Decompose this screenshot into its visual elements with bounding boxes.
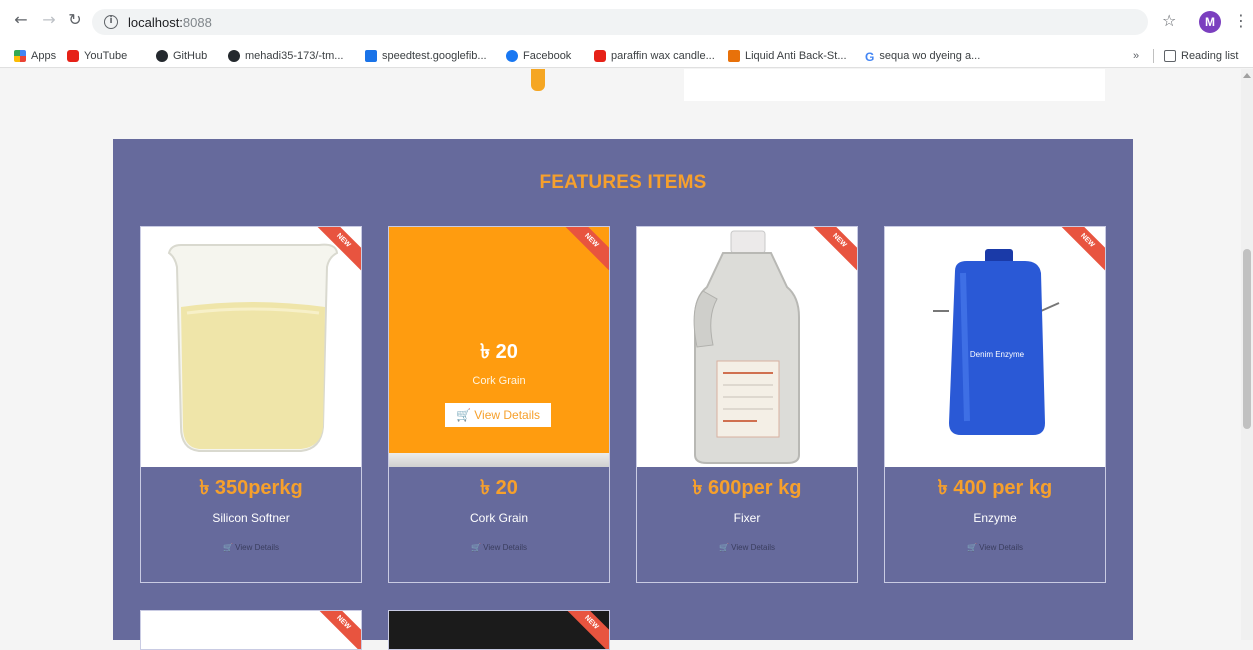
view-details-link[interactable]: 🛒 View Details bbox=[885, 543, 1105, 552]
hover-overlay: ৳ 20 Cork Grain 🛒 View Details bbox=[389, 227, 609, 453]
product-name: Silicon Softner bbox=[212, 511, 290, 525]
more-bookmarks-button[interactable]: » bbox=[1133, 48, 1139, 64]
bookmark-paraffin[interactable]: paraffin wax candle... bbox=[594, 48, 715, 64]
bookmarks-divider bbox=[1153, 49, 1154, 63]
product-card-enzyme[interactable]: Denim Enzyme NEW ৳ 400 per kg Enzyme 🛒 V… bbox=[884, 226, 1106, 583]
browser-toolbar: ← → ↻ i localhost:8088 ☆ M ⋮ bbox=[0, 0, 1253, 44]
bookmarks-bar: Apps YouTube GitHub mehadi35-173/-tm... … bbox=[0, 44, 1253, 68]
product-card-silicon-softner[interactable]: NEW ৳ 350perkg Silicon Softner 🛒 View De… bbox=[140, 226, 362, 583]
bookmark-speedtest[interactable]: speedtest.googlefib... bbox=[365, 48, 487, 64]
top-white-panel bbox=[684, 69, 1105, 101]
scroll-up-arrow-icon[interactable] bbox=[1243, 73, 1251, 78]
bookmark-sequa[interactable]: Gsequa wo dyeing a... bbox=[865, 48, 980, 64]
scroll-thumb[interactable] bbox=[1243, 249, 1251, 429]
overlay-name: Cork Grain bbox=[472, 375, 526, 387]
speedtest-icon bbox=[365, 50, 377, 62]
youtube-icon bbox=[67, 50, 79, 62]
product-price: ৳ 400 per kg bbox=[937, 477, 1053, 499]
product-image: NEW bbox=[637, 227, 857, 467]
reading-list-icon bbox=[1164, 50, 1176, 62]
product-price: ৳ 600per kg bbox=[692, 477, 802, 499]
view-details-button[interactable]: 🛒 View Details bbox=[445, 403, 551, 427]
product-image: Denim Enzyme NEW bbox=[885, 227, 1105, 467]
reload-icon[interactable]: ↻ bbox=[66, 11, 84, 29]
back-arrow-icon[interactable]: ← bbox=[12, 11, 30, 29]
product-card-row2-2[interactable]: NEW bbox=[388, 610, 610, 650]
site-info-icon[interactable]: i bbox=[104, 15, 118, 29]
cart-icon: 🛒 bbox=[966, 543, 977, 552]
features-section: FEATURES ITEMS NEW ৳ 350perkg Silicon So… bbox=[113, 139, 1133, 650]
product-price: ৳ 350perkg bbox=[199, 477, 303, 499]
view-details-link[interactable]: 🛒 View Details bbox=[141, 543, 361, 552]
bookmark-mehadi[interactable]: mehadi35-173/-tm... bbox=[228, 48, 343, 64]
product-image: ৳ 20 Cork Grain 🛒 View Details NEW bbox=[389, 227, 609, 467]
bookmark-github[interactable]: GitHub bbox=[156, 48, 207, 64]
new-badge: NEW bbox=[557, 611, 609, 649]
product-name: Enzyme bbox=[973, 511, 1017, 525]
reading-list-button[interactable]: Reading list bbox=[1164, 48, 1238, 64]
bookmark-youtube[interactable]: YouTube bbox=[67, 48, 127, 64]
forward-arrow-icon[interactable]: → bbox=[40, 11, 58, 29]
product-price: ৳ 20 bbox=[480, 477, 518, 499]
product-name: Fixer bbox=[733, 511, 761, 525]
orange-scroll-indicator bbox=[531, 69, 545, 91]
bookmark-apps[interactable]: Apps bbox=[14, 48, 56, 64]
apps-grid-icon bbox=[14, 50, 26, 62]
bookmark-liquid-anti[interactable]: Liquid Anti Back-St... bbox=[728, 48, 847, 64]
youtube-icon bbox=[594, 50, 606, 62]
github-icon bbox=[228, 50, 240, 62]
url-text: localhost:8088 bbox=[128, 15, 212, 30]
facebook-icon bbox=[506, 50, 518, 62]
google-icon: G bbox=[865, 50, 875, 64]
product-name: Cork Grain bbox=[469, 511, 528, 525]
enzyme-jerrycan-label: Denim Enzyme bbox=[970, 350, 1025, 359]
github-icon bbox=[156, 50, 168, 62]
cart-icon: 🛒 bbox=[470, 543, 481, 552]
address-bar[interactable]: i localhost:8088 bbox=[92, 9, 1148, 35]
bookmark-star-icon[interactable]: ☆ bbox=[1162, 11, 1176, 30]
new-badge: NEW bbox=[309, 611, 361, 649]
view-details-link[interactable]: 🛒 View Details bbox=[389, 543, 609, 552]
menu-kebab-icon[interactable]: ⋮ bbox=[1233, 11, 1249, 30]
product-card-cork-grain[interactable]: ৳ 20 Cork Grain 🛒 View Details NEW ৳ 20 … bbox=[388, 226, 610, 583]
beaker-image bbox=[167, 243, 339, 452]
page-scrollbar[interactable] bbox=[1241, 69, 1253, 640]
cart-icon: 🛒 bbox=[222, 543, 233, 552]
cart-icon: 🛒 bbox=[718, 543, 729, 552]
jerrycan-image: Denim Enzyme bbox=[933, 249, 1060, 435]
profile-avatar[interactable]: M bbox=[1199, 11, 1221, 33]
orange-site-icon bbox=[728, 50, 740, 62]
view-details-link[interactable]: 🛒 View Details bbox=[637, 543, 857, 552]
product-card-fixer[interactable]: NEW ৳ 600per kg Fixer 🛒 View Details bbox=[636, 226, 858, 583]
overlay-price: ৳ 20 bbox=[480, 341, 518, 363]
product-card-row2-1[interactable]: NEW bbox=[140, 610, 362, 650]
product-image: NEW bbox=[141, 227, 361, 467]
bookmark-facebook[interactable]: Facebook bbox=[506, 48, 571, 64]
jug-image bbox=[693, 230, 800, 464]
features-title: FEATURES ITEMS bbox=[539, 172, 707, 193]
product-image-base bbox=[389, 453, 609, 467]
cart-icon: 🛒 bbox=[455, 408, 471, 422]
